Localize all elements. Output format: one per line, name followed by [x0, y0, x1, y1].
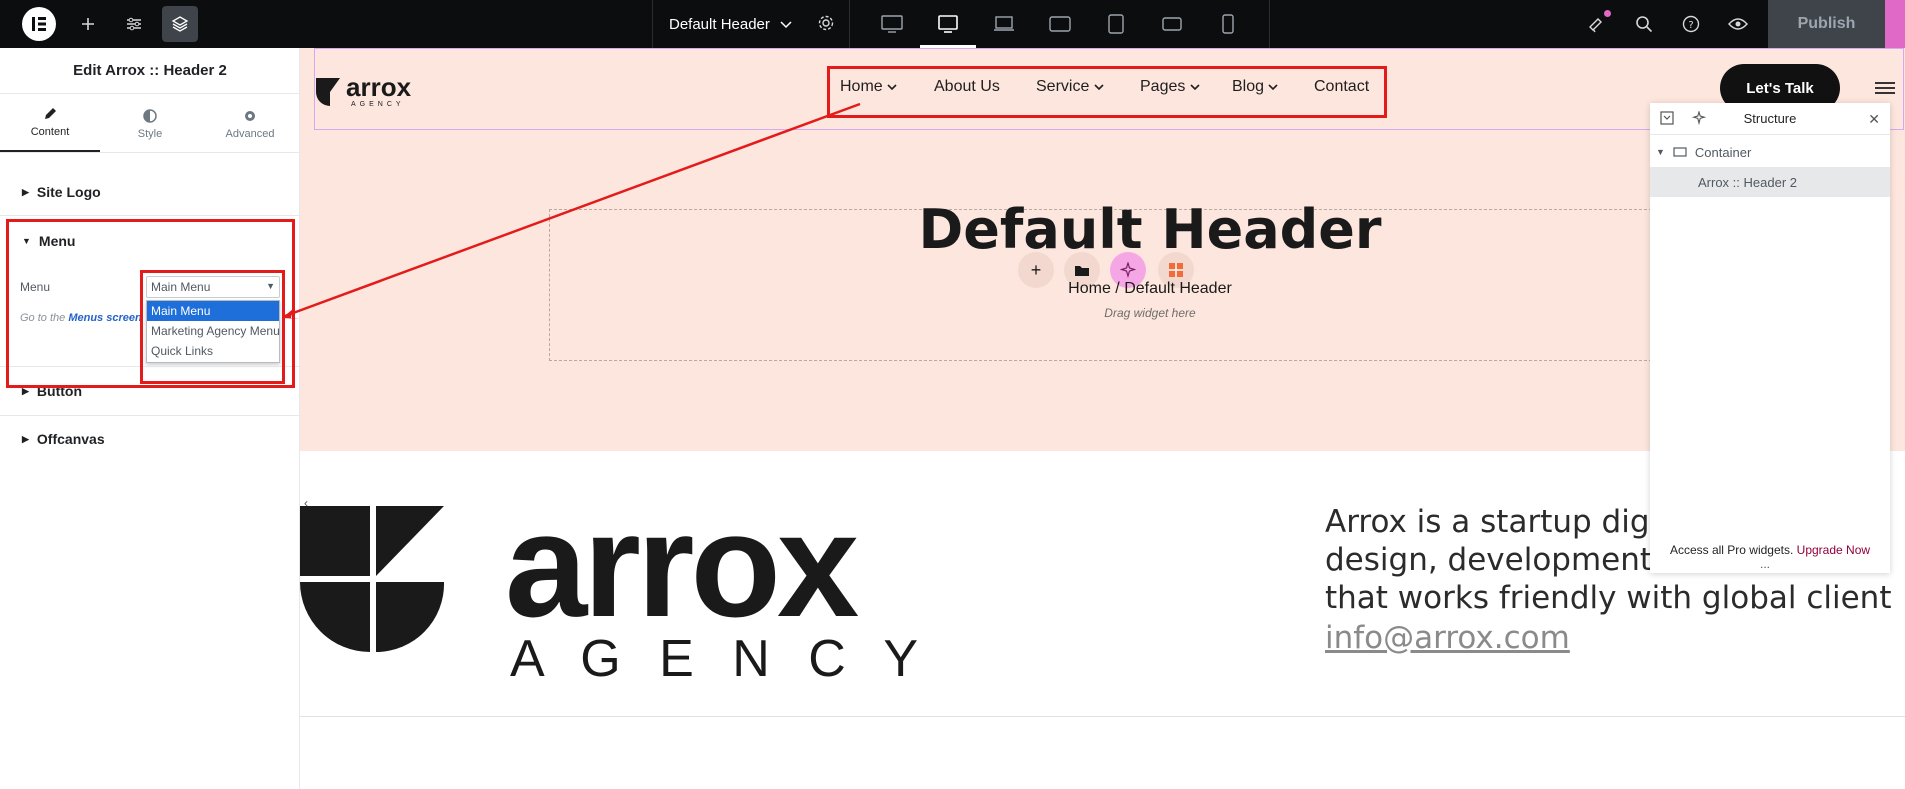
annotation-arrow [282, 102, 861, 319]
